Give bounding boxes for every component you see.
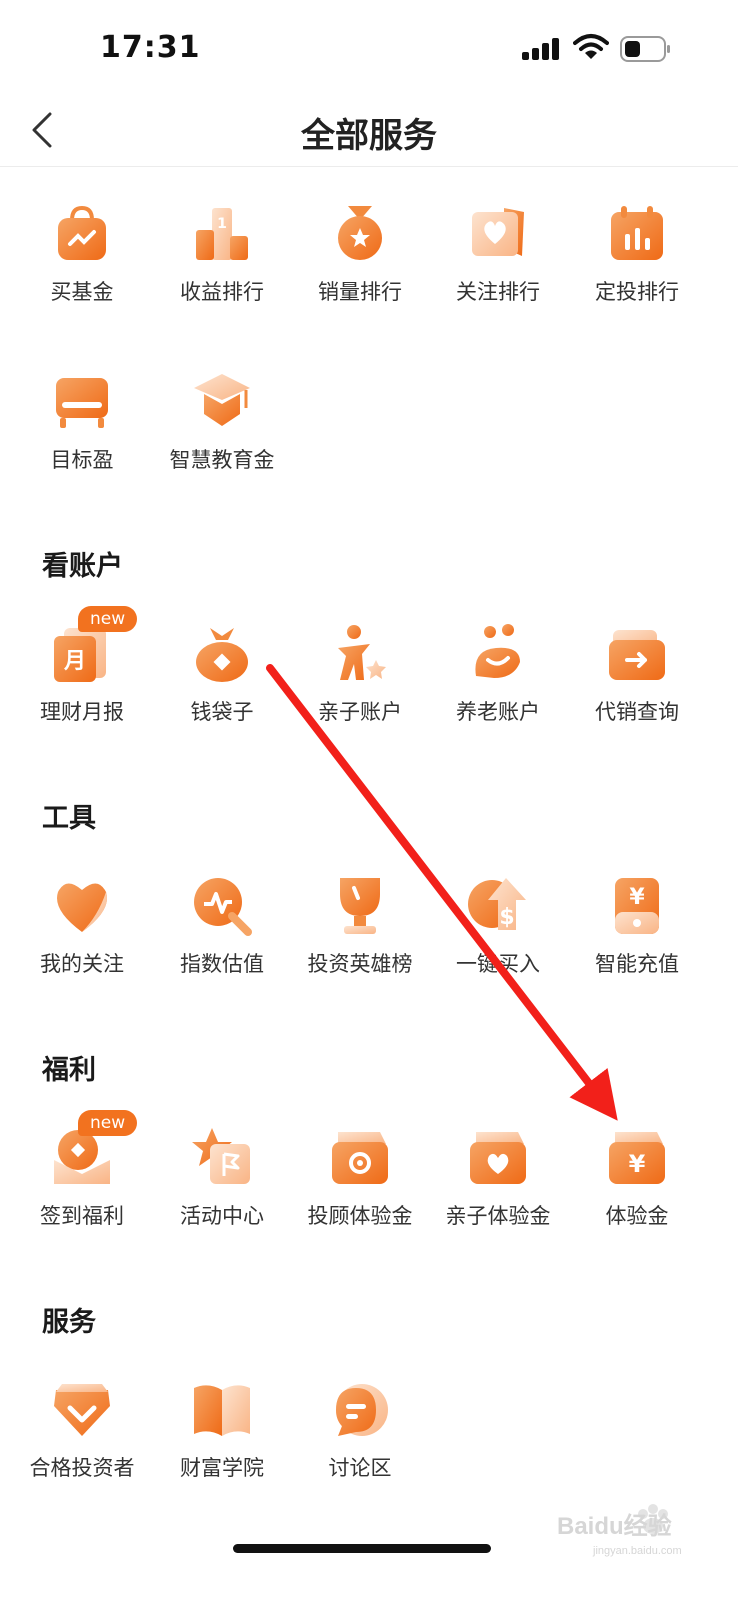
medal-icon [326, 200, 394, 268]
diamond-check-icon [48, 1376, 116, 1444]
service-tile[interactable]: 我的关注 [12, 872, 152, 1002]
service-label: 投顾体验金 [307, 1204, 413, 1228]
service-label: 我的关注 [40, 952, 124, 976]
wallet-arrow-icon [603, 620, 671, 688]
service-tile[interactable]: 指数估值 [152, 872, 292, 1002]
heart-flag-icon [464, 200, 532, 268]
service-tile[interactable]: 投顾体验金 [290, 1124, 430, 1254]
service-label: 理财月报 [40, 700, 124, 724]
service-label: 销量排行 [318, 280, 402, 304]
service-tile[interactable]: $ 一键买入 [428, 872, 568, 1002]
nav-bar: 全部服务 [0, 96, 738, 167]
baidu-paw-icon: Baidu经验 jingyan.baidu.com [557, 1504, 682, 1557]
service-tile[interactable]: 投资英雄榜 [290, 872, 430, 1002]
service-tile[interactable]: 关注排行 [428, 200, 568, 330]
elderly-icon [464, 620, 532, 688]
heart-icon [48, 872, 116, 940]
svg-text:¥: ¥ [629, 885, 645, 910]
section-title: 服务 [42, 1307, 96, 1338]
ticket-heart-icon [464, 1124, 532, 1192]
service-label: 代销查询 [595, 700, 679, 724]
service-tile[interactable]: 活动中心 [152, 1124, 292, 1254]
section-title: 看账户 [42, 551, 123, 582]
target-board-icon [48, 368, 116, 436]
service-label: 讨论区 [328, 1456, 392, 1480]
service-tile[interactable]: 养老账户 [428, 620, 568, 750]
svg-text:月: 月 [63, 649, 86, 674]
status-time: 17:31 [100, 30, 201, 65]
new-badge: new [78, 1110, 138, 1136]
new-badge: new [78, 606, 138, 632]
service-label: 智能充值 [595, 952, 679, 976]
service-label: 一键买入 [456, 952, 540, 976]
yuan-card-icon: ¥ [603, 872, 671, 940]
service-label: 财富学院 [180, 1456, 264, 1480]
chat-bubble-icon [326, 1376, 394, 1444]
calendar-chart-icon [603, 200, 671, 268]
service-label: 智慧教育金 [169, 448, 275, 472]
ticket-target-icon [326, 1124, 394, 1192]
service-tile[interactable]: 1 收益排行 [152, 200, 292, 330]
service-label: 活动中心 [180, 1204, 264, 1228]
ticket-yuan-icon: ¥ [603, 1124, 671, 1192]
service-tile[interactable]: 销量排行 [290, 200, 430, 330]
service-label: 收益排行 [180, 280, 264, 304]
service-tile[interactable]: 亲子体验金 [428, 1124, 568, 1254]
shopping-bag-icon [48, 200, 116, 268]
service-label: 目标盈 [50, 448, 114, 472]
service-tile[interactable]: 买基金 [12, 200, 152, 330]
service-tile[interactable]: new 签到福利 [12, 1110, 152, 1254]
section-title: 工具 [42, 803, 96, 834]
service-tile[interactable]: 讨论区 [290, 1376, 430, 1506]
graduation-cap-icon [188, 368, 256, 436]
index-search-icon [188, 872, 256, 940]
service-tile[interactable]: 智慧教育金 [152, 368, 292, 498]
service-label: 亲子体验金 [445, 1204, 551, 1228]
service-tile[interactable]: 目标盈 [12, 368, 152, 498]
open-book-icon [188, 1376, 256, 1444]
service-tile[interactable]: 定投排行 [567, 200, 707, 330]
service-tile[interactable]: ¥ 体验金 [567, 1124, 707, 1254]
service-label: 买基金 [50, 280, 114, 304]
service-tile[interactable]: 月 new 理财月报 [12, 606, 152, 750]
service-tile[interactable]: 财富学院 [152, 1376, 292, 1506]
service-label: 指数估值 [180, 952, 264, 976]
service-label: 签到福利 [40, 1204, 124, 1228]
watermark-subtext: jingyan.baidu.com [592, 1545, 682, 1557]
wifi-icon [573, 34, 609, 59]
battery-icon [620, 36, 670, 62]
service-label: 投资英雄榜 [307, 952, 413, 976]
podium-icon: 1 [188, 200, 256, 268]
service-tile[interactable]: 合格投资者 [12, 1376, 152, 1506]
money-bag-icon [188, 620, 256, 688]
service-tile[interactable]: 亲子账户 [290, 620, 430, 750]
service-label: 关注排行 [456, 280, 540, 304]
baidu-watermark: Baidu经验 jingyan.baidu.com [555, 1500, 705, 1560]
home-indicator [233, 1544, 491, 1553]
section-title: 福利 [42, 1055, 96, 1086]
status-bar: 17:31 [0, 0, 738, 96]
svg-text:1: 1 [217, 216, 227, 232]
service-label: 亲子账户 [318, 700, 402, 724]
page-title: 全部服务 [301, 116, 437, 156]
service-label: 合格投资者 [29, 1456, 135, 1480]
svg-text:$: $ [499, 905, 514, 930]
service-label: 体验金 [605, 1204, 669, 1228]
watermark-text: Baidu经验 [557, 1512, 672, 1540]
service-label: 养老账户 [456, 700, 540, 724]
service-tile[interactable]: ¥ 智能充值 [567, 872, 707, 1002]
service-label: 钱袋子 [190, 700, 254, 724]
service-tile[interactable]: 钱袋子 [152, 620, 292, 750]
star-flag-icon [188, 1124, 256, 1192]
service-tile[interactable]: 代销查询 [567, 620, 707, 750]
service-label: 定投排行 [595, 280, 679, 304]
trophy-icon [326, 872, 394, 940]
cellular-signal-icon [522, 38, 562, 60]
svg-text:¥: ¥ [629, 1150, 646, 1178]
parent-child-icon [326, 620, 394, 688]
dollar-upload-icon: $ [464, 872, 532, 940]
